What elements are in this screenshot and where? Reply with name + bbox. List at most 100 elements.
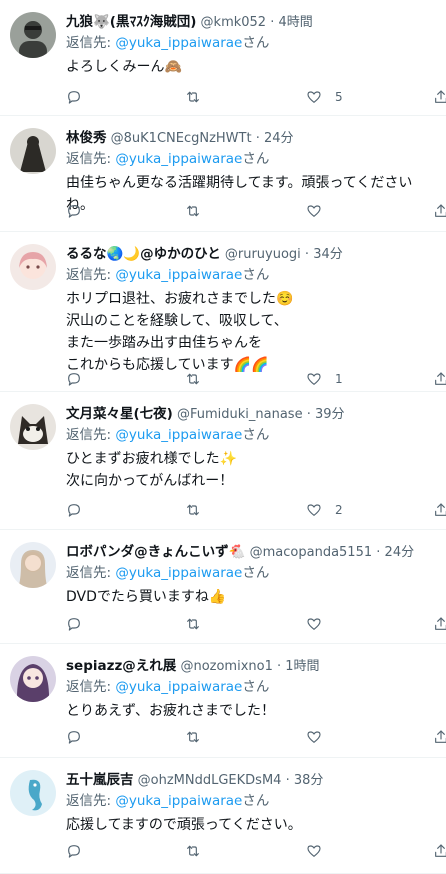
timestamp[interactable]: 39分: [315, 407, 345, 422]
display-name[interactable]: sepiazz@えれ展: [66, 658, 176, 674]
tweet[interactable]: 文月菜々星(七夜) @Fumiduki_nanase · 39分 返信先: @yu…: [0, 392, 446, 530]
reply-button[interactable]: [66, 499, 95, 521]
retweet-button[interactable]: [185, 499, 214, 521]
tweet-text: 応援してますので頑張ってください。: [66, 817, 302, 833]
retweet-icon: [187, 618, 199, 630]
tweet-header: 五十嵐辰吉 @ohzMNddLGEKDsM4 · 38分: [66, 770, 440, 790]
display-name[interactable]: 五十嵐辰吉: [66, 772, 134, 788]
like-button[interactable]: [306, 613, 335, 635]
share-button[interactable]: [433, 499, 446, 521]
tweet-content: 五十嵐辰吉 @ohzMNddLGEKDsM4 · 38分 返信先: @yuka_i…: [66, 770, 440, 836]
mention-link[interactable]: @yuka_ippaiwarae: [115, 151, 242, 167]
reply-suffix: さん: [242, 35, 270, 51]
avatar[interactable]: [10, 244, 56, 290]
reply-suffix: さん: [242, 679, 270, 695]
heart-icon: [307, 731, 321, 743]
timestamp[interactable]: 1時間: [285, 659, 319, 674]
retweet-icon: [187, 731, 199, 743]
anime-girl-avatar: [10, 656, 56, 702]
tweet[interactable]: ロボパンダ@きょんこいず🐔 @macopanda5151 · 24分 返信先: @…: [0, 530, 446, 644]
like-button[interactable]: 5: [306, 86, 343, 108]
retweet-button[interactable]: [185, 613, 214, 635]
like-count: 1: [335, 372, 343, 386]
avatar[interactable]: [10, 770, 56, 816]
avatar[interactable]: [10, 12, 56, 58]
user-handle[interactable]: @ohzMNddLGEKDsM4: [138, 773, 282, 788]
reply-button[interactable]: [66, 86, 95, 108]
mention-link[interactable]: @yuka_ippaiwarae: [115, 427, 242, 443]
user-handle[interactable]: @ruruyuogi: [225, 247, 301, 262]
like-button[interactable]: 1: [306, 368, 343, 390]
action-bar: [66, 726, 446, 748]
separator-dot: ·: [255, 131, 260, 146]
retweet-button[interactable]: [185, 86, 214, 108]
tweet[interactable]: 九狼🐺(黒ﾏｽｸ海賊団) @kmk052 · 4時間返信先: @yuka_ipp…: [0, 0, 446, 116]
like-button[interactable]: [306, 840, 335, 862]
reply-icon: [68, 618, 80, 631]
share-button[interactable]: [433, 613, 446, 635]
share-icon: [435, 844, 446, 857]
display-name[interactable]: 文月菜々星(七夜): [66, 406, 173, 422]
timestamp[interactable]: 38分: [294, 773, 324, 788]
photo-person-avatar: [10, 542, 56, 588]
reply-icon: [68, 845, 80, 858]
tweet-header: 九狼🐺(黒ﾏｽｸ海賊団) @kmk052 · 4時間: [66, 12, 440, 32]
mention-link[interactable]: @yuka_ippaiwarae: [115, 35, 242, 51]
user-handle[interactable]: @macopanda5151: [250, 545, 373, 560]
share-icon: [435, 204, 446, 217]
user-handle[interactable]: @kmk052: [201, 15, 267, 30]
tweet-text: ホリプロ退社、お疲れさまでした☺️ 沢山のことを経験して、吸収して、 また一歩踏…: [66, 291, 294, 373]
like-button[interactable]: [306, 200, 335, 222]
timestamp[interactable]: 24分: [264, 131, 294, 146]
share-button[interactable]: [433, 368, 446, 390]
tweet[interactable]: sepiazz@えれ展 @nozomixno1 · 1時間 返信先: @yuka_…: [0, 644, 446, 758]
avatar[interactable]: [10, 656, 56, 702]
display-name[interactable]: 林俊秀: [66, 130, 107, 146]
display-name[interactable]: るるな🌏🌙@ゆかのひと: [66, 246, 221, 262]
reply-button[interactable]: [66, 200, 95, 222]
tweet-text: とりあえず、お疲れさまでした！: [66, 703, 276, 719]
mention-link[interactable]: @yuka_ippaiwarae: [115, 793, 242, 809]
tweet-content: るるな🌏🌙@ゆかのひと @ruruyuogi · 34分返信先: @yuka_i…: [66, 244, 440, 376]
reply-icon: [68, 731, 80, 744]
separator-dot: ·: [304, 247, 310, 262]
retweet-button[interactable]: [185, 726, 214, 748]
tweet[interactable]: 林俊秀 @8uK1CNEcgNzHWTt · 24分 返信先: @yuka_ipp…: [0, 116, 446, 232]
share-button[interactable]: [433, 840, 446, 862]
reply-button[interactable]: [66, 840, 95, 862]
reply-button[interactable]: [66, 368, 95, 390]
reply-to-line: 返信先: @yuka_ippaiwaraeさん: [66, 264, 440, 286]
avatar[interactable]: [10, 542, 56, 588]
display-name[interactable]: ロボパンダ@きょんこいず🐔: [66, 544, 245, 560]
user-handle[interactable]: @Fumiduki_nanase: [177, 407, 303, 422]
like-button[interactable]: [306, 726, 335, 748]
timestamp[interactable]: 24分: [385, 545, 415, 560]
reply-button[interactable]: [66, 726, 95, 748]
reply-prefix: 返信先:: [66, 35, 116, 51]
retweet-button[interactable]: [185, 200, 214, 222]
display-name[interactable]: 九狼🐺(黒ﾏｽｸ海賊団): [66, 14, 196, 30]
retweet-button[interactable]: [185, 840, 214, 862]
like-button[interactable]: 2: [306, 499, 343, 521]
share-icon: [435, 617, 446, 630]
tweet-text: よろしくみーん🙈: [66, 59, 182, 75]
tweet[interactable]: 五十嵐辰吉 @ohzMNddLGEKDsM4 · 38分 返信先: @yuka_i…: [0, 758, 446, 874]
reply-button[interactable]: [66, 613, 95, 635]
reply-to-line: 返信先: @yuka_ippaiwaraeさん: [66, 424, 440, 446]
mention-link[interactable]: @yuka_ippaiwarae: [115, 565, 242, 581]
avatar[interactable]: [10, 404, 56, 450]
mention-link[interactable]: @yuka_ippaiwarae: [115, 267, 242, 283]
timestamp[interactable]: 4時間: [279, 15, 313, 30]
timestamp[interactable]: 34分: [313, 247, 343, 262]
user-handle[interactable]: @8uK1CNEcgNzHWTt: [111, 131, 252, 146]
mention-link[interactable]: @yuka_ippaiwarae: [115, 679, 242, 695]
reply-suffix: さん: [242, 427, 270, 443]
retweet-button[interactable]: [185, 368, 214, 390]
action-bar: [66, 840, 446, 862]
share-button[interactable]: [433, 86, 446, 108]
share-button[interactable]: [433, 200, 446, 222]
user-handle[interactable]: @nozomixno1: [180, 659, 272, 674]
share-button[interactable]: [433, 726, 446, 748]
avatar[interactable]: [10, 128, 56, 174]
tweet[interactable]: るるな🌏🌙@ゆかのひと @ruruyuogi · 34分返信先: @yuka_i…: [0, 232, 446, 392]
